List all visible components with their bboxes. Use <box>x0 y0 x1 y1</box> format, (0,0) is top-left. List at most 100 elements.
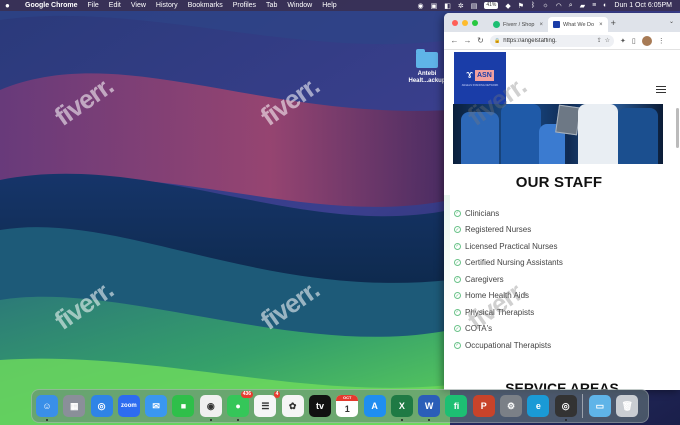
menu-window[interactable]: Window <box>287 2 312 9</box>
dock-mail-icon[interactable]: ✉ <box>145 395 168 417</box>
gear-icon[interactable]: ✲ <box>458 2 464 10</box>
facetime-glyph: ■ <box>180 401 187 411</box>
siri-icon[interactable]: ◐ <box>603 2 607 9</box>
screen-record-icon[interactable]: ◉ <box>417 2 423 10</box>
running-indicator <box>209 419 212 421</box>
more-menu-icon[interactable]: ⋮ <box>658 37 665 45</box>
menu-profiles[interactable]: Profiles <box>233 2 256 9</box>
tab-close-icon[interactable]: × <box>599 22 603 28</box>
dock-reminders-icon[interactable]: ☰ 4 <box>254 391 281 417</box>
lock-icon[interactable]: 🔒 <box>494 38 500 44</box>
extensions-icon[interactable]: ✦ <box>620 37 626 45</box>
address-bar[interactable]: 🔒 https://angelstaffing. ⇪ ☆ <box>490 34 614 47</box>
tab-search-icon[interactable]: ⌄ <box>669 18 674 25</box>
check-icon: ✓ <box>454 325 461 333</box>
fiverr-favicon-icon <box>493 21 500 28</box>
check-icon: ✓ <box>454 226 461 234</box>
dock-facetime-icon[interactable]: ■ <box>172 395 195 417</box>
reload-button[interactable]: ↻ <box>474 36 487 45</box>
menu-view[interactable]: View <box>131 2 146 9</box>
minimize-window-button[interactable] <box>462 19 468 26</box>
dock-calendar-icon[interactable]: OCT 1 <box>336 395 359 417</box>
bird-icon[interactable]: ⚑ <box>518 2 524 10</box>
close-window-button[interactable] <box>452 19 458 26</box>
back-button[interactable]: ← <box>448 36 461 45</box>
dock-screenshot-icon[interactable]: ◎ <box>554 395 577 421</box>
menu-help[interactable]: Help <box>322 2 336 9</box>
menu-tab[interactable]: Tab <box>266 2 277 9</box>
profile-avatar[interactable] <box>641 35 652 46</box>
list-item: ✓ Physical Therapists <box>454 304 563 321</box>
site-logo[interactable]: ɤ ASN ANGELS STAFFING NETWORK <box>454 52 506 104</box>
record-icon[interactable]: ◆ <box>505 2 510 10</box>
downloads-glyph: ▭ <box>595 400 605 411</box>
dock-safari-icon[interactable]: ◎ <box>90 395 113 417</box>
dock-photos-icon[interactable]: ✿ <box>281 395 304 417</box>
box-icon[interactable]: ◧ <box>444 2 451 10</box>
battery-percent[interactable]: 41% <box>484 2 499 9</box>
launchpad-glyph: ▦ <box>70 400 79 411</box>
dock-app-store-icon[interactable]: A <box>363 395 386 417</box>
menu-file[interactable]: File <box>88 2 99 9</box>
check-icon: ✓ <box>454 292 461 300</box>
forward-button[interactable]: → <box>461 36 474 45</box>
list-item: ✓ Caregivers <box>454 271 563 288</box>
dock-messages-icon[interactable]: ● 436 <box>227 391 254 421</box>
dock-zoom-icon[interactable]: zoom <box>117 395 140 417</box>
flag-icon[interactable]: ▰ <box>580 2 585 10</box>
wifi-icon[interactable]: ◠ <box>556 2 562 10</box>
running-indicator <box>237 419 240 421</box>
running-indicator <box>400 419 403 421</box>
dock-chrome-icon[interactable]: ◉ <box>199 395 222 421</box>
powerpoint-glyph: P <box>480 401 487 411</box>
dock-fiverr-icon[interactable]: fi <box>445 395 468 417</box>
trash-glyph: 🗑 <box>621 400 633 411</box>
menu-history[interactable]: History <box>156 2 178 9</box>
hamburger-menu-icon[interactable] <box>656 86 666 95</box>
calendar-day-label: 1 <box>344 403 350 414</box>
share-icon[interactable]: ⇪ <box>597 37 602 44</box>
menu-edit[interactable]: Edit <box>109 2 121 9</box>
our-staff-heading: OUR STAFF <box>515 174 603 191</box>
display-icon[interactable]: ▣ <box>431 2 438 10</box>
apple-menu-icon[interactable]: ● <box>5 0 15 11</box>
check-icon: ✓ <box>454 308 461 316</box>
hero-image <box>453 104 663 164</box>
menu-bookmarks[interactable]: Bookmarks <box>188 2 223 9</box>
safari-glyph: ◎ <box>97 400 106 411</box>
side-panel-icon[interactable]: ▯ <box>632 37 636 45</box>
dock-word-icon[interactable]: W <box>418 395 441 421</box>
dock-launchpad-icon[interactable]: ▦ <box>63 395 86 417</box>
tab-bar: Fiverr / Shop × What We Do × + ⌄ <box>444 13 680 32</box>
sun-icon[interactable]: ☼ <box>542 2 548 9</box>
bookmark-star-icon[interactable]: ☆ <box>605 37 610 44</box>
system-settings-glyph: ⚙ <box>507 400 516 411</box>
dock-excel-icon[interactable]: X <box>390 395 413 421</box>
search-icon[interactable]: ⌕ <box>569 2 573 10</box>
menubar-clock[interactable]: Dun 1 Oct 6:05PM <box>614 2 672 9</box>
dock-finder-icon[interactable]: ☺ <box>36 395 58 421</box>
new-tab-button[interactable]: + <box>611 18 616 28</box>
menu-app-name[interactable]: Google Chrome <box>25 2 78 9</box>
dock-downloads-icon[interactable]: ▭ <box>588 395 611 417</box>
tab-fiverr[interactable]: Fiverr / Shop × <box>488 17 548 32</box>
browser-toolbar: ← → ↻ 🔒 https://angelstaffing. ⇪ ☆ ✦ ▯ ⋮ <box>444 32 680 50</box>
tab-what-we-do[interactable]: What We Do × <box>548 17 608 32</box>
dock-system-settings-icon[interactable]: ⚙ <box>500 395 523 417</box>
tab-close-icon[interactable]: × <box>539 22 543 28</box>
mail-glyph: ✉ <box>152 400 160 411</box>
logo-tagline: ANGELS STAFFING NETWORK <box>461 84 499 87</box>
dock-apple-tv-icon[interactable]: tv <box>308 395 331 417</box>
list-item-label: Licensed Practical Nurses <box>465 241 558 251</box>
control-center-icon[interactable]: ≡ <box>592 2 596 9</box>
dock-powerpoint-icon[interactable]: P <box>472 395 495 417</box>
zoom-window-button[interactable] <box>472 19 478 26</box>
dock-edge-icon[interactable]: e <box>527 395 550 417</box>
menu-bar: ● Google Chrome File Edit View History B… <box>0 0 680 11</box>
dock-trash-icon[interactable]: 🗑 <box>616 395 639 417</box>
bluetooth-icon[interactable]: ᛒ <box>531 2 535 9</box>
app-icon[interactable]: ▤ <box>471 2 478 10</box>
list-item-label: COTA's <box>465 324 493 334</box>
site-favicon-icon <box>553 21 560 28</box>
page-scrollbar[interactable] <box>676 108 679 148</box>
